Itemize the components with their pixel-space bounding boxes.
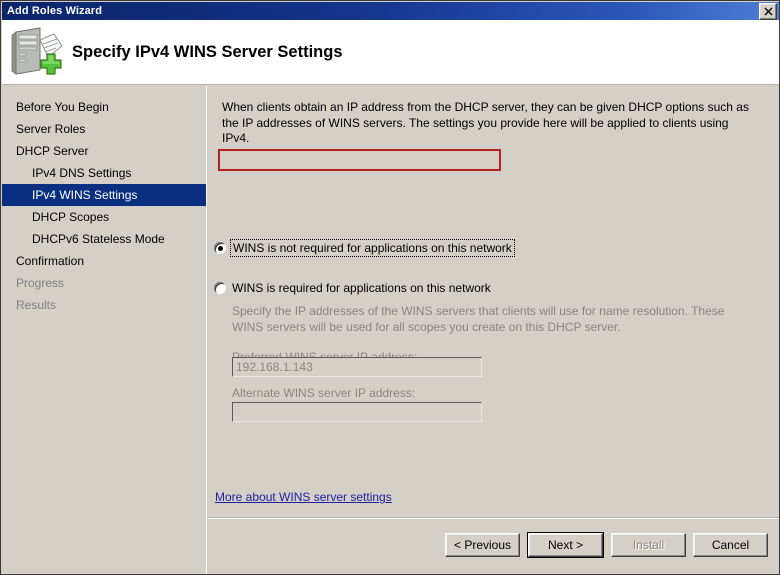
sidebar-item-ipv4-wins-settings[interactable]: IPv4 WINS Settings (2, 184, 206, 206)
intro-text: When clients obtain an IP address from t… (222, 100, 749, 145)
radio-option-wins-required[interactable]: WINS is required for applications on thi… (214, 281, 491, 295)
page-title: Specify IPv4 WINS Server Settings (72, 42, 343, 61)
sidebar-item-dhcpv6-stateless-mode[interactable]: DHCPv6 Stateless Mode (2, 228, 206, 250)
add-roles-wizard-window: Add Roles Wizard Specify IPv4 WINS Serve… (0, 0, 780, 575)
footer-button-row: < Previous Next > Install Cancel (445, 533, 768, 557)
next-button[interactable]: Next > (528, 533, 603, 557)
window-title: Add Roles Wizard (7, 5, 103, 17)
main-content-inner: When clients obtain an IP address from t… (208, 86, 779, 518)
window-body: Before You Begin Server Roles DHCP Serve… (2, 86, 779, 574)
sidebar-item-progress: Progress (16, 276, 65, 290)
radio-required-label: WINS is required for applications on thi… (232, 281, 491, 295)
close-icon[interactable] (759, 2, 777, 20)
install-button: Install (611, 533, 686, 557)
sidebar-item-results: Results (16, 298, 57, 312)
page-header: Specify IPv4 WINS Server Settings (2, 20, 779, 85)
radio-option-wins-not-required[interactable]: WINS is not required for applications on… (214, 239, 515, 257)
alternate-wins-input[interactable] (232, 402, 482, 422)
radio-required-icon[interactable] (214, 282, 226, 294)
more-about-wins-link[interactable]: More about WINS server settings (215, 490, 392, 504)
server-add-glyph (11, 27, 63, 75)
preferred-wins-input[interactable] (232, 357, 482, 377)
sidebar-item-dhcp-server[interactable]: DHCP Server (2, 140, 206, 162)
previous-button[interactable]: < Previous (445, 533, 520, 557)
cancel-button[interactable]: Cancel (693, 533, 768, 557)
radio-not-required-icon[interactable] (214, 242, 226, 254)
title-bar: Add Roles Wizard (2, 2, 779, 20)
close-glyph (764, 7, 772, 15)
plus-badge-icon (40, 53, 62, 75)
sidebar-item-server-roles[interactable]: Server Roles (2, 118, 206, 140)
sidebar-item-confirmation[interactable]: Confirmation (2, 250, 206, 272)
wizard-footer: < Previous Next > Install Cancel (208, 517, 779, 574)
sidebar-item-ipv4-dns-settings[interactable]: IPv4 DNS Settings (2, 162, 206, 184)
sidebar-item-dhcp-scopes[interactable]: DHCP Scopes (2, 206, 206, 228)
sidebar-item-before-you-begin[interactable]: Before You Begin (2, 96, 206, 118)
server-add-icon (10, 24, 66, 80)
radio-not-required-label: WINS is not required for applications on… (230, 239, 515, 257)
main-content-pane: When clients obtain an IP address from t… (208, 86, 779, 574)
alternate-wins-label: Alternate WINS server IP address: (232, 386, 416, 400)
wins-sub-description: Specify the IP addresses of the WINS ser… (232, 304, 725, 334)
wizard-nav-sidebar: Before You Begin Server Roles DHCP Serve… (2, 86, 207, 574)
